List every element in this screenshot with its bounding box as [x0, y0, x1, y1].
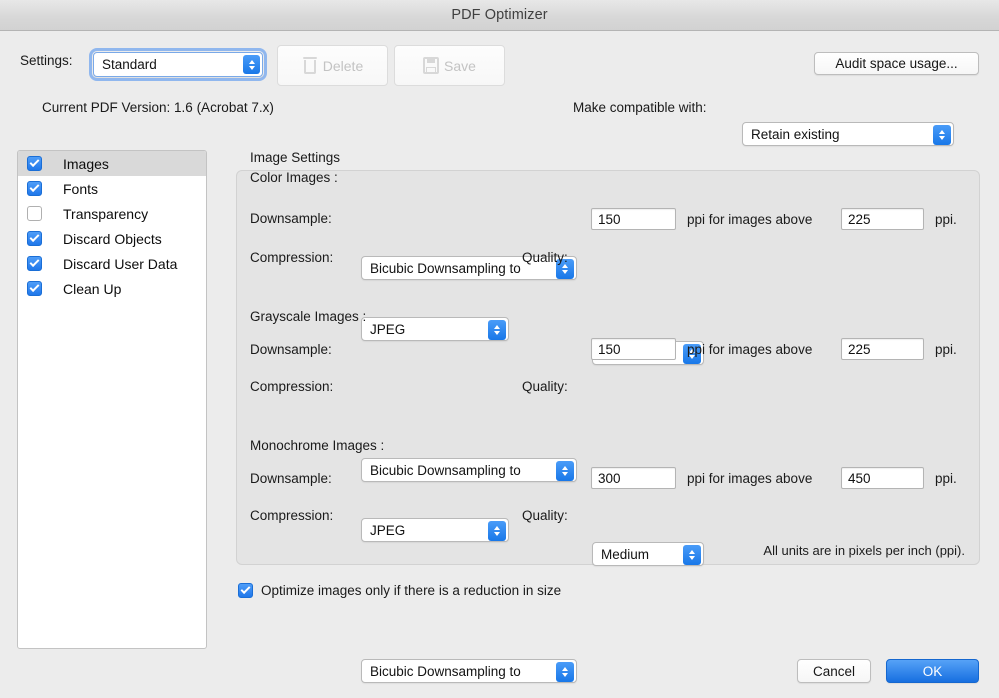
quality-label: Quality:: [522, 250, 568, 265]
chevron-updown-icon[interactable]: [683, 545, 701, 565]
save-preset-button[interactable]: Save: [394, 45, 505, 86]
compatible-label-wrap: Make compatible with:: [573, 100, 707, 115]
ppi-above-label: ppi for images above: [687, 471, 813, 486]
monochrome-downsample-ppi-input[interactable]: 300: [591, 467, 676, 489]
monochrome-images-title: Monochrome Images :: [250, 438, 385, 453]
ppi-above-label: ppi for images above: [687, 212, 813, 227]
current-version-wrap: Current PDF Version: 1.6 (Acrobat 7.x): [42, 100, 274, 115]
image-settings-title: Image Settings: [250, 150, 341, 165]
panel-checkbox[interactable]: [27, 256, 42, 271]
delete-preset-button[interactable]: Delete: [277, 45, 388, 86]
window-title: PDF Optimizer: [451, 7, 548, 23]
delete-button-label: Delete: [322, 57, 364, 74]
color-compression-select[interactable]: JPEG: [361, 317, 509, 341]
audit-space-usage-button[interactable]: Audit space usage...: [814, 52, 979, 75]
ppi-above-label: ppi for images above: [687, 342, 813, 357]
ok-button-label: OK: [922, 663, 943, 679]
monochrome-threshold-ppi-value: 450: [848, 470, 871, 486]
grayscale-threshold-ppi-value: 225: [848, 341, 871, 357]
chevron-updown-icon[interactable]: [243, 55, 260, 74]
list-item[interactable]: Transparency: [18, 201, 206, 226]
color-downsample-ppi-value: 150: [598, 211, 621, 227]
compression-label: Compression:: [250, 508, 334, 523]
title-bar: PDF Optimizer: [0, 0, 999, 31]
settings-label-wrap: Settings:: [20, 53, 73, 68]
panel-checkbox[interactable]: [27, 281, 42, 296]
ppi-unit-label: ppi.: [935, 342, 957, 357]
grayscale-downsample-method-value: Bicubic Downsampling to: [370, 462, 521, 478]
grayscale-downsample-ppi-value: 150: [598, 341, 621, 357]
settings-preset-value: Standard: [102, 57, 157, 72]
trash-icon: [302, 56, 318, 75]
monochrome-downsample-method-value: Bicubic Downsampling to: [370, 663, 521, 679]
floppy-disk-icon: [423, 57, 440, 74]
save-button-label: Save: [444, 57, 476, 74]
list-item[interactable]: Discard User Data: [18, 251, 206, 276]
list-item-label: Discard User Data: [63, 255, 178, 272]
grayscale-downsample-ppi-input[interactable]: 150: [591, 338, 676, 360]
optimize-images-checkbox-row[interactable]: Optimize images only if there is a reduc…: [238, 583, 561, 598]
ok-button[interactable]: OK: [886, 659, 979, 683]
chevron-updown-icon[interactable]: [488, 320, 506, 340]
optimize-images-label: Optimize images only if there is a reduc…: [261, 583, 562, 598]
ppi-unit-label: ppi.: [935, 212, 957, 227]
grayscale-threshold-ppi-input[interactable]: 225: [841, 338, 924, 360]
make-compatible-select[interactable]: Retain existing: [742, 122, 954, 146]
ppi-unit-label: ppi.: [935, 471, 957, 486]
settings-preset-select[interactable]: Standard: [89, 48, 267, 81]
panel-checkbox[interactable]: [27, 181, 42, 196]
monochrome-threshold-ppi-input[interactable]: 450: [841, 467, 924, 489]
chevron-updown-icon[interactable]: [933, 125, 951, 145]
color-threshold-ppi-value: 225: [848, 211, 871, 227]
grayscale-quality-select[interactable]: Medium: [592, 542, 704, 566]
list-item-label: Transparency: [63, 205, 149, 222]
current-pdf-version-text: Current PDF Version: 1.6 (Acrobat 7.x): [42, 100, 274, 115]
make-compatible-label: Make compatible with:: [573, 100, 707, 115]
monochrome-downsample-method-select[interactable]: Bicubic Downsampling to: [361, 659, 577, 683]
optimize-images-checkbox[interactable]: [238, 583, 253, 598]
units-footnote: All units are in pixels per inch (ppi).: [763, 543, 965, 558]
grayscale-images-title: Grayscale Images :: [250, 309, 367, 324]
list-item-label: Fonts: [63, 180, 99, 197]
color-downsample-ppi-input[interactable]: 150: [591, 208, 676, 230]
list-item[interactable]: Fonts: [18, 176, 206, 201]
list-item[interactable]: Discard Objects: [18, 226, 206, 251]
list-item-label: Images: [63, 155, 109, 172]
cancel-button-label: Cancel: [812, 663, 856, 679]
cancel-button[interactable]: Cancel: [797, 659, 871, 683]
downsample-label: Downsample:: [250, 342, 332, 357]
optimizer-panel-list[interactable]: Images Fonts Transparency Discard Object…: [17, 150, 207, 649]
color-images-title: Color Images :: [250, 170, 338, 185]
monochrome-downsample-ppi-value: 300: [598, 470, 621, 486]
chevron-updown-icon[interactable]: [488, 521, 506, 541]
chevron-updown-icon[interactable]: [556, 461, 574, 481]
chevron-updown-icon[interactable]: [556, 662, 574, 682]
list-item[interactable]: Clean Up: [18, 276, 206, 301]
downsample-label: Downsample:: [250, 471, 332, 486]
make-compatible-value: Retain existing: [751, 126, 840, 142]
downsample-label: Downsample:: [250, 211, 332, 226]
panel-checkbox[interactable]: [27, 156, 42, 171]
compression-label: Compression:: [250, 250, 334, 265]
audit-space-usage-label: Audit space usage...: [835, 56, 958, 71]
settings-label: Settings:: [20, 53, 73, 68]
panel-checkbox[interactable]: [27, 206, 42, 221]
list-item[interactable]: Images: [18, 151, 206, 176]
color-threshold-ppi-input[interactable]: 225: [841, 208, 924, 230]
quality-label: Quality:: [522, 379, 568, 394]
compression-label: Compression:: [250, 379, 334, 394]
grayscale-compression-select[interactable]: JPEG: [361, 518, 509, 542]
list-item-label: Discard Objects: [63, 230, 162, 247]
list-item-label: Clean Up: [63, 280, 122, 297]
panel-checkbox[interactable]: [27, 231, 42, 246]
grayscale-downsample-method-select[interactable]: Bicubic Downsampling to: [361, 458, 577, 482]
pdf-optimizer-dialog: PDF Optimizer Settings: Standard Delete …: [0, 0, 999, 698]
quality-label: Quality:: [522, 508, 568, 523]
